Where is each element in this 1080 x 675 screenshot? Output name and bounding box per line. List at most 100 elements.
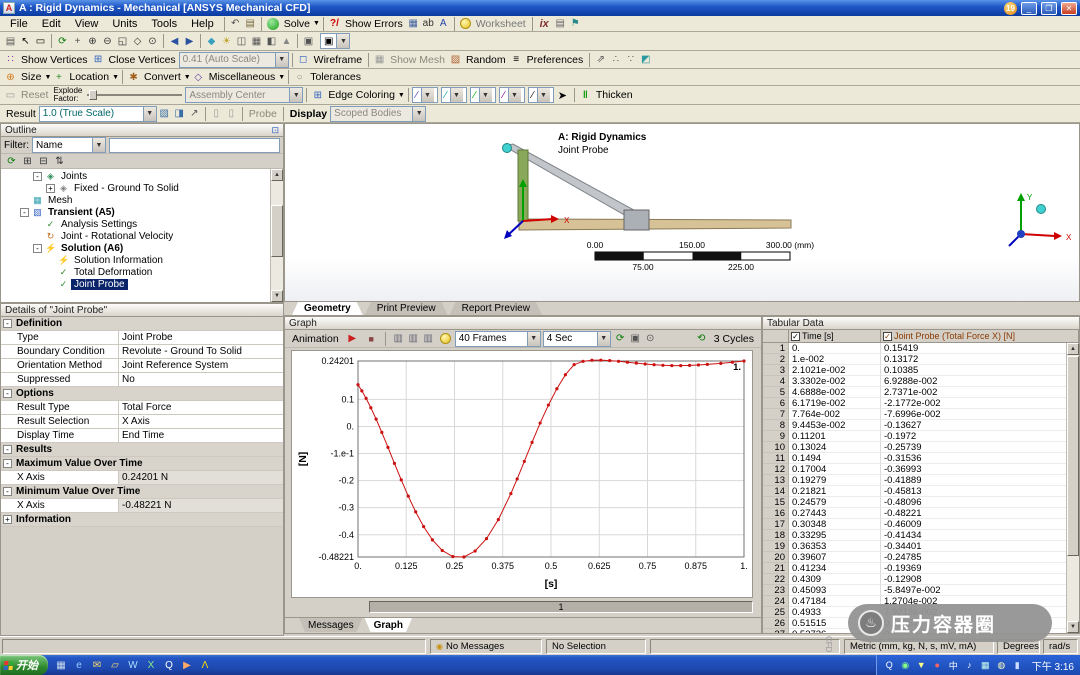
value-column-header[interactable]: ✓ Joint Probe (Total Force X) [N] <box>881 330 1079 342</box>
rotate-icon[interactable]: ⟳ <box>55 33 70 49</box>
scroll-up-icon[interactable]: ▲ <box>271 169 283 181</box>
close-vertices-button[interactable]: ⊞ Close Vertices <box>91 52 179 68</box>
table-row[interactable]: 77.764e-002-7.6996e-002 <box>763 409 1066 420</box>
wireframe-mode-icon[interactable]: ◫ <box>234 33 249 49</box>
table-row[interactable]: 89.4453e-002-0.13627 <box>763 420 1066 431</box>
table-row[interactable]: 210.41234-0.19369 <box>763 563 1066 574</box>
vertex-display-icon[interactable]: ∴ <box>608 52 623 68</box>
tree-item-total-deformation[interactable]: ✓Total Deformation <box>1 266 270 278</box>
tray-usb-icon[interactable]: ▮ <box>1011 659 1024 672</box>
details-row-value[interactable]: Revolute - Ground To Solid <box>119 345 283 358</box>
collapse-icon[interactable]: - <box>3 459 12 468</box>
ql-word-icon[interactable]: W <box>125 657 141 673</box>
table-row[interactable]: 66.1719e-002-2.1772e-002 <box>763 398 1066 409</box>
edge-direction-icon[interactable]: ⇗ <box>593 52 608 68</box>
details-category-minimum-value-over-time[interactable]: -Minimum Value Over Time <box>1 485 283 499</box>
ql-ie-icon[interactable]: e <box>71 657 87 673</box>
table-row[interactable]: 190.36353-0.34401 <box>763 541 1066 552</box>
zoom-in-icon[interactable]: ⊕ <box>85 33 100 49</box>
ql-mail-icon[interactable]: ✉ <box>89 657 105 673</box>
menu-edit[interactable]: Edit <box>35 17 68 31</box>
tray-update-icon[interactable]: ◍ <box>995 659 1008 672</box>
annotation-icon[interactable]: ▲ <box>279 33 294 49</box>
export-video-icon[interactable]: ▣ <box>628 331 643 347</box>
table-row[interactable]: 160.27443-0.48221 <box>763 508 1066 519</box>
details-category-maximum-value-over-time[interactable]: -Maximum Value Over Time <box>1 457 283 471</box>
menu-units[interactable]: Units <box>105 17 144 31</box>
magnifier-icon[interactable]: ⊙ <box>145 33 160 49</box>
box-select-icon[interactable]: ▭ <box>33 33 48 49</box>
size-dropdown[interactable]: ⊕ Size ▼ <box>3 69 51 85</box>
details-category-results[interactable]: -Results <box>1 443 283 457</box>
collapse-icon[interactable]: - <box>33 244 42 253</box>
min-annotation-icon[interactable]: ▯ <box>224 106 239 122</box>
sort-tree-icon[interactable]: ⇅ <box>52 153 67 169</box>
tab-report-preview[interactable]: Report Preview <box>450 302 542 315</box>
collapse-icon[interactable]: - <box>3 487 12 496</box>
tray-download-icon[interactable]: ▼ <box>915 659 928 672</box>
ix-button[interactable]: ix <box>536 16 553 32</box>
edge-style-combo-2[interactable]: ∕▼ <box>441 87 467 103</box>
table-row[interactable]: 32.1021e-0020.10385 <box>763 365 1066 376</box>
taskbar-clock[interactable]: 下午 3:16 <box>1032 658 1074 673</box>
scrollbar-thumb[interactable] <box>1067 356 1079 556</box>
table-row[interactable]: 130.19279-0.41889 <box>763 475 1066 486</box>
chart-fit-icon[interactable]: ▥ <box>421 331 436 347</box>
title-bar[interactable]: A A : Rigid Dynamics - Mechanical [ANSYS… <box>0 0 1080 16</box>
frames-combo[interactable]: 40 Frames ▼ <box>455 331 541 347</box>
lights-icon[interactable]: ☀ <box>219 33 234 49</box>
tree-item-transient-a5[interactable]: -▧Transient (A5) <box>1 206 270 218</box>
show-mesh-button[interactable]: ▦ Show Mesh <box>372 52 448 68</box>
tray-ime-icon[interactable]: 中 <box>947 659 960 672</box>
tab-print-preview[interactable]: Print Preview <box>365 302 448 315</box>
link-horizontal-bar[interactable] <box>519 219 791 230</box>
edge-coloring-dropdown[interactable]: ⊞ Edge Coloring ▼ <box>310 87 404 103</box>
viewport-canvas[interactable]: A: Rigid Dynamics Joint Probe X 0.00 150… <box>284 123 1080 302</box>
outline-header[interactable]: Outline ⊡ <box>1 124 283 137</box>
show-errors-button[interactable]: ?/ Show Errors <box>327 16 406 32</box>
edge-style-combo-5[interactable]: ∕▼ <box>528 87 554 103</box>
table-row[interactable]: 100.13024-0.25739 <box>763 442 1066 453</box>
clipboard-icon[interactable]: ▤ <box>243 16 258 32</box>
stop-animation-icon[interactable]: ■ <box>363 331 380 347</box>
checkbox-checked-icon[interactable]: ✓ <box>883 332 892 341</box>
table-row[interactable]: 110.1494-0.31536 <box>763 453 1066 464</box>
details-row-value[interactable]: Joint Probe <box>119 331 283 344</box>
chart-zoom-icon[interactable]: ▥ <box>406 331 421 347</box>
tree-item-fixed-ground-to-solid[interactable]: +◈Fixed - Ground To Solid <box>1 182 270 194</box>
expand-icon[interactable]: + <box>3 515 12 524</box>
details-category-options[interactable]: -Options <box>1 387 283 401</box>
tray-qq-icon[interactable]: Q <box>883 659 896 672</box>
revolute-joint-marker[interactable] <box>503 144 512 153</box>
table-row[interactable]: 220.4309-0.12908 <box>763 574 1066 585</box>
details-category-definition[interactable]: -Definition <box>1 317 283 331</box>
table-row[interactable]: 230.45093-5.8497e-002 <box>763 585 1066 596</box>
time-column-header[interactable]: ✓ Time [s] <box>789 330 881 342</box>
worksheet-grid-icon[interactable]: ▦ <box>406 16 421 32</box>
scoped-bodies-combo[interactable]: Scoped Bodies ▼ <box>330 106 426 122</box>
play-animation-icon[interactable]: ▶ <box>344 331 361 347</box>
prev-view-icon[interactable]: ◀ <box>167 33 182 49</box>
tabular-scrollbar[interactable]: ▲ ▼ <box>1066 343 1079 633</box>
chart-pan-icon[interactable]: ▥ <box>391 331 406 347</box>
tree-item-analysis-settings[interactable]: ✓Analysis Settings <box>1 218 270 230</box>
start-button[interactable]: 开始 <box>0 655 48 675</box>
tray-av-icon[interactable]: ● <box>931 659 944 672</box>
table-row[interactable]: 180.33295-0.41434 <box>763 530 1066 541</box>
miscellaneous-dropdown[interactable]: ◇ Miscellaneous ▼ <box>191 69 285 85</box>
pan-icon[interactable]: + <box>70 33 85 49</box>
preferences-button[interactable]: ≡ Preferences <box>509 52 587 68</box>
keyboard-icon[interactable]: ▤ <box>553 16 568 32</box>
details-row-result-type[interactable]: Result TypeTotal Force <box>1 401 283 415</box>
collapse-icon[interactable]: - <box>3 389 12 398</box>
contours-display-icon[interactable]: ▧ <box>157 106 172 122</box>
midside-nodes-icon[interactable]: ∵ <box>623 52 638 68</box>
collapse-icon[interactable]: - <box>33 172 42 181</box>
tree-item-mesh[interactable]: ▦Mesh <box>1 194 270 206</box>
zoom-out-icon[interactable]: ⊖ <box>100 33 115 49</box>
filter-type-combo[interactable]: Name ▼ <box>32 137 106 153</box>
table-row[interactable]: 150.24579-0.48096 <box>763 497 1066 508</box>
tab-messages[interactable]: Messages <box>299 618 363 632</box>
ql-ansys-icon[interactable]: Λ <box>197 657 213 673</box>
slider-thumb[interactable] <box>89 90 97 100</box>
